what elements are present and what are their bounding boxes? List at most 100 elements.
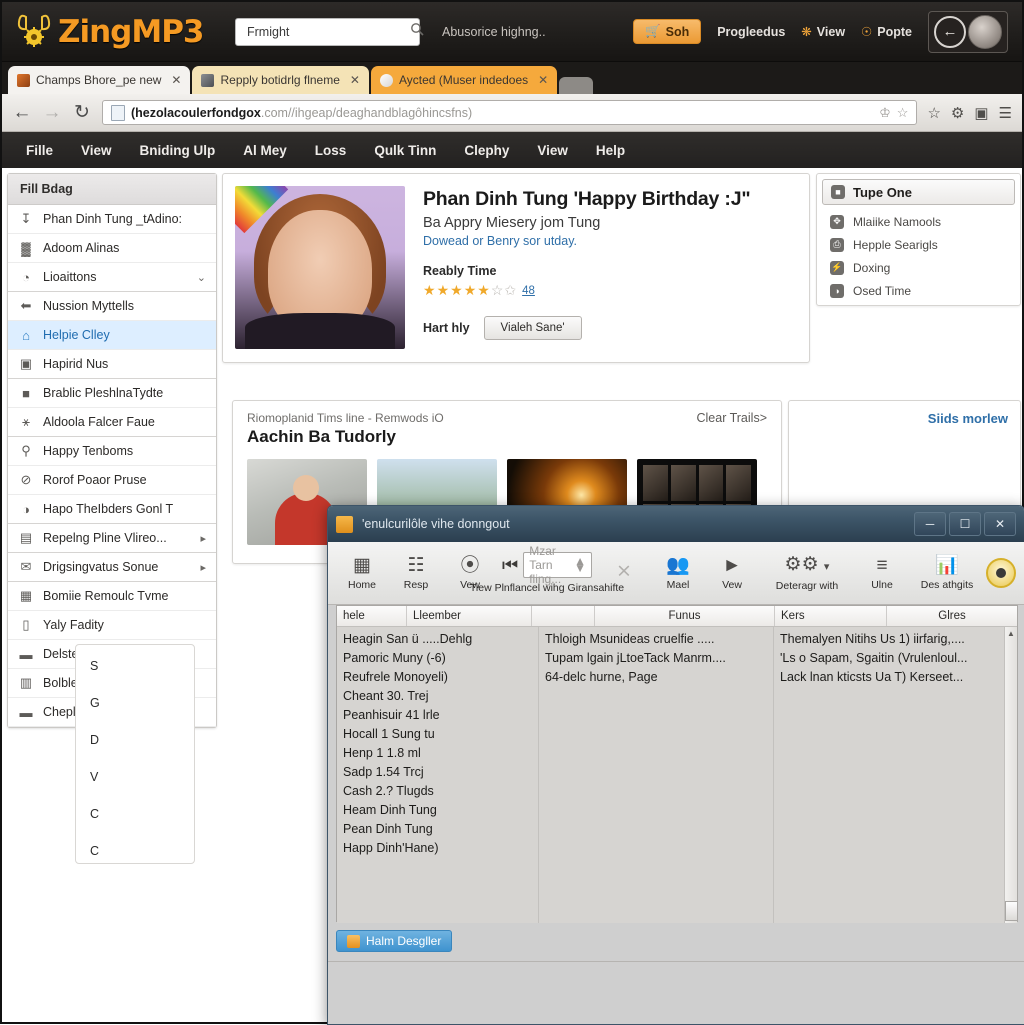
table-cell-1-2[interactable]: 64-delc hurne, Page bbox=[545, 668, 767, 687]
omnibox[interactable]: (hezolacoulerfondgox.com//ihgeap/deaghan… bbox=[102, 100, 918, 125]
table-col-header-3[interactable]: Funus bbox=[595, 606, 775, 626]
person-icon[interactable]: ♔ bbox=[879, 105, 891, 121]
cover-art[interactable] bbox=[235, 186, 405, 349]
table-cell-1-1[interactable]: Tupam lgain jLtoeTack Manrm.... bbox=[545, 649, 767, 668]
header-link-0[interactable]: Progleedus bbox=[717, 25, 785, 39]
maximize-button[interactable]: ☐ bbox=[949, 512, 981, 536]
dialog-titlebar[interactable]: 'enulcurilôle vihe donngout ─ ☐ ✕ bbox=[328, 506, 1024, 542]
sidebar-item-7[interactable]: ⚹ Aldoola Falcer Faue bbox=[8, 408, 216, 437]
star-half-icon[interactable]: ☆ bbox=[491, 282, 504, 299]
menu-item-6[interactable]: Clephy bbox=[450, 143, 523, 158]
table-column-0[interactable]: Heagin San ü .....Dehlg Pamoric Muny (-6)… bbox=[337, 627, 539, 923]
table-cell-0-0[interactable]: Heagin San ü .....Dehlg bbox=[343, 630, 532, 649]
browser-tab-0[interactable]: Champs Bhore_pe new ✕ bbox=[8, 66, 191, 94]
bookmark-star-icon[interactable]: ☆ bbox=[897, 105, 909, 121]
table-cell-0-11[interactable]: Happ Dinh'Hane) bbox=[343, 839, 532, 858]
table-col-header-1[interactable]: Lleember bbox=[407, 606, 532, 626]
toolbar-mael-button[interactable]: 👥 Mael bbox=[652, 555, 704, 591]
table-cell-0-5[interactable]: Hocall 1 Sung tu bbox=[343, 725, 532, 744]
reload-icon[interactable]: ↻ bbox=[72, 101, 92, 124]
close-button[interactable]: ✕ bbox=[984, 512, 1016, 536]
chevron-right-icon[interactable]: ▸ bbox=[200, 532, 206, 545]
back-icon[interactable]: ← bbox=[12, 102, 32, 124]
star-icon[interactable]: ★ bbox=[464, 282, 477, 299]
type-panel-item-0[interactable]: ✥ Mlaiike Namools bbox=[817, 210, 1020, 233]
dialog-search-input[interactable]: Mzar Tarn fling... ▲ ▼ bbox=[523, 544, 592, 586]
toolbar-line-button[interactable]: ≡ Ulne bbox=[856, 555, 908, 591]
table-cell-0-2[interactable]: Reufrele Monoyeli) bbox=[343, 668, 532, 687]
table-col-header-5[interactable]: Glres bbox=[887, 606, 1017, 626]
table-cell-0-3[interactable]: Cheant 30. Trej bbox=[343, 687, 532, 706]
table-cell-0-9[interactable]: Heam Dinh Tung bbox=[343, 801, 532, 820]
table-column-1[interactable]: Thloigh Msunideas cruelfie ..... Tupam lg… bbox=[539, 627, 774, 923]
toolbar-filter-button[interactable]: ⨯ bbox=[598, 561, 650, 585]
star-icon[interactable]: ★ bbox=[450, 282, 463, 299]
header-link-2[interactable]: ☉ Popte bbox=[861, 24, 912, 40]
table-cell-1-0[interactable]: Thloigh Msunideas cruelfie ..... bbox=[545, 630, 767, 649]
star-icon[interactable]: ★ bbox=[437, 282, 450, 299]
tab-close-icon[interactable]: ✕ bbox=[171, 73, 181, 87]
table-cell-0-8[interactable]: Cash 2.? Tlugds bbox=[343, 782, 532, 801]
table-cell-0-1[interactable]: Pamoric Muny (-6) bbox=[343, 649, 532, 668]
menu-item-2[interactable]: Bniding Ulp bbox=[126, 143, 230, 158]
toolbar-resp-button[interactable]: ☷ Resp bbox=[390, 555, 442, 591]
page-info-icon[interactable] bbox=[111, 104, 125, 121]
menu-item-5[interactable]: Qulk Tinn bbox=[360, 143, 450, 158]
tab-close-icon[interactable]: ✕ bbox=[538, 73, 548, 87]
star-icon[interactable]: ☆ bbox=[927, 104, 940, 122]
rating-stars[interactable]: ★ ★ ★ ★ ★ ☆ ✩ 48 bbox=[423, 282, 797, 299]
type-panel-item-3[interactable]: ◑ Osed Time bbox=[817, 279, 1020, 302]
table-col-header-4[interactable]: Kers bbox=[775, 606, 887, 626]
chevron-down-icon[interactable]: ⌄ bbox=[197, 271, 206, 284]
type-panel-item-1[interactable]: ⎙ Hepple Searigls bbox=[817, 233, 1020, 256]
table-cell-0-6[interactable]: Henp 1 1.8 ml bbox=[343, 744, 532, 763]
sidebar-item-5[interactable]: ▣ Hapirid Nus bbox=[8, 350, 216, 379]
star-empty-icon[interactable]: ✩ bbox=[504, 282, 516, 299]
search-box[interactable] bbox=[235, 17, 424, 46]
menu-item-3[interactable]: Al Mey bbox=[229, 143, 301, 158]
scroll-up-icon[interactable]: ▲ bbox=[1007, 629, 1015, 638]
search-icon[interactable] bbox=[410, 22, 424, 41]
view-sample-button[interactable]: Vialeh Sane' bbox=[483, 316, 582, 340]
table-scrollbar[interactable]: ▲ bbox=[1004, 627, 1018, 923]
stepper-icon[interactable]: ▲ ▼ bbox=[574, 555, 586, 574]
table-col-header-0[interactable]: hele bbox=[337, 606, 407, 626]
avatar[interactable] bbox=[968, 14, 1002, 49]
account-group[interactable]: ← bbox=[928, 10, 1008, 53]
forward-icon[interactable]: → bbox=[42, 102, 62, 124]
menu-item-8[interactable]: Help bbox=[582, 143, 639, 158]
type-selected-item[interactable]: ■ Tupe One bbox=[822, 179, 1015, 205]
clear-trails-link[interactable]: Clear Trails> bbox=[696, 411, 767, 425]
sidebar-item-10[interactable]: ◑ Hapo TheIbders Gonl T bbox=[8, 495, 216, 524]
sidebar-item-9[interactable]: ⊘ Rorof Poaor Pruse bbox=[8, 466, 216, 495]
browser-tab-2[interactable]: Aycted (Muser indedoes ✕ bbox=[370, 66, 558, 94]
toolbar-chart-button[interactable]: 📊 Des athgits bbox=[910, 555, 984, 591]
search-input[interactable] bbox=[245, 23, 410, 40]
sidebar-item-1[interactable]: ▓ Adoom Alinas bbox=[8, 234, 216, 263]
toolbar-gear-group[interactable]: ⚙⚙ ▾ Deteragr with bbox=[760, 554, 854, 592]
type-panel-item-2[interactable]: ⚡ Doxing bbox=[817, 256, 1020, 279]
header-link-1[interactable]: ❋ View bbox=[801, 24, 845, 40]
halm-desgller-button[interactable]: Halm Desgller bbox=[336, 930, 453, 952]
slids-more-view-link[interactable]: Siids morlew bbox=[928, 411, 1008, 426]
sidebar-item-11[interactable]: ▤ Repelng Pline Vlireo... ▸ bbox=[8, 524, 216, 553]
sidebar-item-13[interactable]: ▦ Bomiie Remoulc Tvme bbox=[8, 582, 216, 611]
browser-tab-1[interactable]: Repply botidrlg flneme ✕ bbox=[192, 66, 369, 94]
toolbar-home-button[interactable]: ▦ Home bbox=[336, 555, 388, 591]
chevron-right-icon[interactable]: ▸ bbox=[200, 561, 206, 574]
tab-close-icon[interactable]: ✕ bbox=[350, 73, 360, 87]
brand-logo[interactable]: ZingMP3 bbox=[16, 13, 231, 51]
table-cell-0-10[interactable]: Pean Dinh Tung bbox=[343, 820, 532, 839]
sidebar-item-3[interactable]: ⬅ Nussion Myttells bbox=[8, 292, 216, 321]
sidebar-item-6[interactable]: ■ Brablic PleshlnaTydte bbox=[8, 379, 216, 408]
menu-icon[interactable]: ☰ bbox=[999, 104, 1012, 122]
toolbar-play-button[interactable]: ► Vew bbox=[706, 555, 758, 591]
sidebar-item-12[interactable]: ✉ Drigsingvatus Sonue ▸ bbox=[8, 553, 216, 582]
gear-icon[interactable]: ⚙ bbox=[951, 104, 964, 122]
app-icon[interactable]: ▣ bbox=[974, 104, 988, 122]
star-icon[interactable]: ★ bbox=[477, 282, 490, 299]
table-cell-0-7[interactable]: Sadp 1.54 Trcj bbox=[343, 763, 532, 782]
sidebar-item-8[interactable]: ⚲ Happy Tenboms bbox=[8, 437, 216, 466]
sidebar-item-14[interactable]: ▯ Yaly Fadity bbox=[8, 611, 216, 640]
table-cell-2-2[interactable]: Lack lnan kticsts Ua T) Kerseet... bbox=[780, 668, 998, 687]
